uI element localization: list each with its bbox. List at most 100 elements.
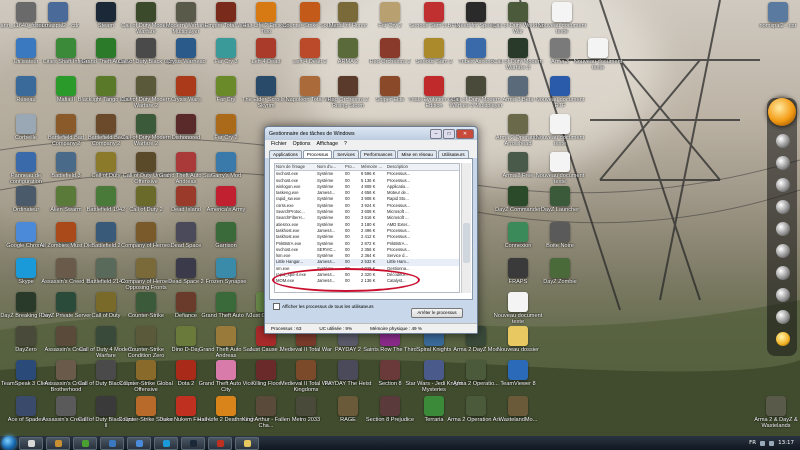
shortcut-icon	[16, 222, 36, 242]
shortcut-icon	[56, 360, 76, 380]
dock-icon[interactable]	[776, 222, 790, 236]
desktop-shortcut[interactable]: Nouveau document texte	[574, 38, 622, 82]
shortcut-icon	[338, 396, 358, 416]
volume-icon[interactable]	[769, 440, 775, 446]
taskbar-app-button[interactable]	[127, 436, 151, 450]
shortcut-icon	[136, 258, 156, 278]
dock-icon[interactable]	[776, 156, 790, 170]
shortcut-icon	[300, 76, 320, 96]
shortcut-icon	[508, 186, 528, 206]
shortcut-icon	[216, 326, 236, 346]
app-icon	[189, 439, 197, 447]
menu-fichier[interactable]: Fichier	[271, 141, 287, 147]
col-cpu[interactable]: Pro...	[344, 164, 360, 170]
taskbar-app-button[interactable]	[46, 436, 70, 450]
shortcut-icon	[16, 186, 36, 206]
status-memory: Mémoire physique : 49 %	[370, 326, 422, 331]
shortcut-icon	[508, 76, 528, 96]
desktop-shortcut[interactable]: Arma 2 & DayZ & Wastelands	[754, 396, 798, 440]
process-scrollbar[interactable]	[461, 163, 471, 293]
shortcut-icon	[466, 76, 486, 96]
shortcut-icon	[216, 76, 236, 96]
dock-icon[interactable]	[776, 266, 790, 280]
dock-icon[interactable]	[776, 310, 790, 324]
shortcut-icon	[176, 2, 196, 22]
dock-icon[interactable]	[776, 244, 790, 258]
dock-icon[interactable]	[776, 200, 790, 214]
shortcut-icon	[216, 38, 236, 58]
shortcut-icon	[296, 360, 316, 380]
maximize-button[interactable]: □	[443, 129, 455, 139]
taskbar-app-button[interactable]	[181, 436, 205, 450]
dock-icon[interactable]	[776, 178, 790, 192]
menu-help[interactable]: ?	[344, 141, 347, 147]
start-button[interactable]	[2, 436, 16, 450]
scrollbar-thumb[interactable]	[463, 223, 470, 263]
shortcut-icon	[176, 360, 196, 380]
taskbar-app-button[interactable]	[100, 436, 124, 450]
shortcut-label: America's Army	[206, 207, 246, 213]
shortcut-icon	[508, 326, 528, 346]
shortcut-icon	[216, 114, 236, 134]
desktop-shortcut[interactable]: DayZ Zombie	[538, 258, 582, 302]
taskbar-app-button[interactable]	[208, 436, 232, 450]
shortcut-icon	[136, 360, 156, 380]
tab-applications[interactable]: Applications	[269, 150, 302, 158]
shortcut-icon	[176, 258, 196, 278]
taskbar-app-button[interactable]	[235, 436, 259, 450]
shortcut-label: Nouveau document texte	[537, 23, 587, 36]
tab-performances[interactable]: Performances	[359, 150, 397, 158]
shortcut-icon	[96, 396, 116, 416]
shortcut-icon	[508, 396, 528, 416]
taskbar-app-button[interactable]	[73, 436, 97, 450]
language-indicator[interactable]: FR	[749, 440, 756, 446]
shortcut-icon	[96, 360, 116, 380]
tab-services[interactable]: Services	[333, 150, 359, 158]
shortcut-icon	[16, 258, 36, 278]
taskbar-app-button[interactable]	[154, 436, 178, 450]
shortcut-icon	[96, 76, 116, 96]
add-gadget-icon[interactable]	[776, 332, 790, 346]
taskbar-app-button[interactable]	[19, 436, 43, 450]
network-icon[interactable]	[760, 440, 766, 446]
shortcut-label: Nouveau dossier	[497, 347, 539, 353]
shortcut-icon	[16, 152, 36, 172]
shortcut-icon	[136, 396, 156, 416]
tab-processus[interactable]: Processus	[302, 150, 333, 158]
clock[interactable]: 13:17	[778, 440, 794, 446]
col-user-name[interactable]: Nom d'u...	[316, 164, 344, 170]
minimize-button[interactable]: –	[430, 129, 442, 139]
tab-mise-en-reseau[interactable]: Mise en réseau	[397, 150, 437, 158]
desktop-shortcut[interactable]: WastelandMo...	[496, 396, 540, 440]
shortcut-icon	[508, 114, 528, 134]
checkbox-box[interactable]	[273, 303, 280, 310]
col-image-name[interactable]: Nom de l'image	[275, 164, 316, 170]
app-icon	[216, 439, 224, 447]
shortcut-icon	[550, 152, 570, 172]
shortcut-icon	[176, 292, 196, 312]
end-process-button[interactable]: Arrêter le processus	[411, 308, 463, 318]
close-button[interactable]: ✕	[456, 129, 474, 139]
dock-launcher-orb[interactable]	[768, 98, 796, 126]
shortcut-icon	[588, 38, 608, 58]
shortcut-icon	[96, 152, 116, 172]
col-memory[interactable]: Mémoire ...	[360, 164, 386, 170]
shortcut-icon	[380, 76, 400, 96]
menu-options[interactable]: Options	[293, 141, 311, 147]
dock-icon[interactable]	[776, 134, 790, 148]
shortcut-icon	[216, 152, 236, 172]
shortcut-icon	[56, 258, 76, 278]
menu-affichage[interactable]: Affichage	[316, 141, 338, 147]
col-description[interactable]: Description	[386, 164, 422, 170]
shortcut-icon	[380, 2, 400, 22]
desktop-shortcut[interactable]: nomspal2 - cdr	[756, 2, 800, 46]
shortcut-icon	[96, 222, 116, 242]
task-manager-window[interactable]: Gestionnaire des tâches de Windows – □ ✕…	[264, 126, 478, 334]
window-title: Gestionnaire des tâches de Windows	[269, 130, 355, 137]
app-icon	[27, 439, 35, 447]
status-bar: Processus : 63 UC utilisée : 9% Mémoire …	[265, 323, 477, 333]
tab-utilisateurs[interactable]: Utilisateurs	[437, 150, 469, 158]
shortcut-icon	[56, 114, 76, 134]
shortcut-icon	[176, 114, 196, 134]
dock-icon[interactable]	[776, 288, 790, 302]
